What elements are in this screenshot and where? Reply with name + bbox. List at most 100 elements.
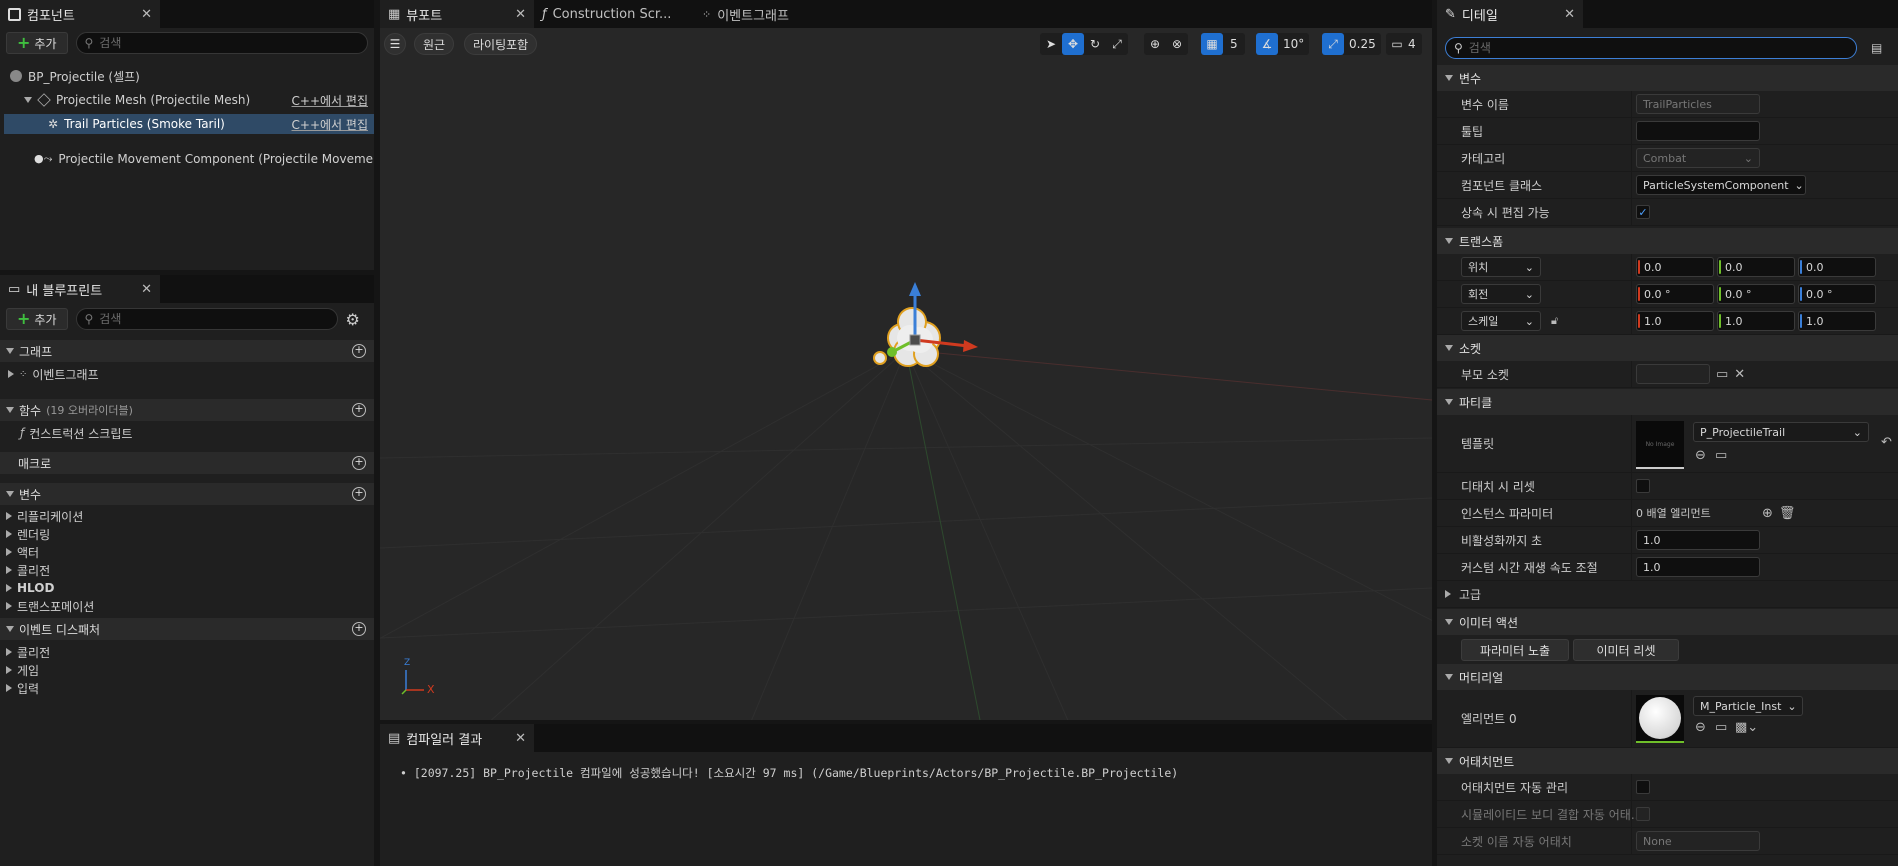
category-dropdown[interactable]: Combat ⌄ [1636,148,1760,168]
reset-emitter-button[interactable]: 이미터 리셋 [1573,639,1679,661]
close-icon[interactable]: ✕ [141,282,152,297]
close-icon[interactable]: ✕ [141,7,152,22]
material-thumbnail[interactable] [1636,695,1684,743]
dispatcher-category[interactable]: 입력 [0,679,374,697]
tab-details[interactable]: ✎ 디테일 ✕ [1437,0,1583,28]
component-item-mesh[interactable]: Projectile Mesh (Projectile Mesh) C++에서 … [0,90,374,110]
variable-category[interactable]: 렌더링 [0,525,374,543]
macros-section[interactable]: 매크로 + [0,452,374,474]
use-selected-icon[interactable]: ⊖ [1695,720,1706,735]
add-macro-icon[interactable]: + [352,456,366,470]
rotation-x-field[interactable]: 0.0 ° [1636,284,1714,304]
auto-manage-checkbox[interactable] [1636,780,1650,794]
edit-in-cpp-link[interactable]: C++에서 편집 [292,92,368,109]
editable-inherit-checkbox[interactable]: ✓ [1636,205,1650,219]
component-class-dropdown[interactable]: ParticleSystemComponent ⌄ [1636,175,1806,195]
variable-name-field[interactable]: TrailParticles [1636,94,1760,114]
auto-socket-field[interactable]: None [1636,831,1760,851]
blueprint-search-input[interactable] [99,312,329,326]
checker-icon[interactable]: ▩⌄ [1735,720,1758,735]
variable-category[interactable]: HLOD [0,579,374,597]
advanced-section[interactable]: 고급 [1437,581,1898,608]
socket-section[interactable]: 소켓 [1437,335,1898,361]
location-z-field[interactable]: 0.0 [1798,257,1876,277]
grid-snap-icon[interactable]: ▦ [1201,33,1223,55]
use-selected-icon[interactable]: ⊖ [1695,448,1706,463]
dispatchers-section[interactable]: 이벤트 디스패처 + [0,618,374,640]
viewport[interactable]: ☰ 원근 라이팅포함 ➤ ✥ ↻ ⤢ ⊕ ⊗ ▦ 5 ∡ 10° ⤢ 0.25 … [380,28,1432,720]
viewport-menu-button[interactable]: ☰ [384,33,406,55]
emitter-actions-section[interactable]: 이미터 액션 [1437,609,1898,635]
angle-snap-icon[interactable]: ∡ [1256,33,1278,55]
edit-in-cpp-link[interactable]: C++에서 편집 [292,116,368,133]
attachment-section[interactable]: 어태치먼트 [1437,748,1898,774]
variable-category[interactable]: 리플리케이션 [0,507,374,525]
tab-my-blueprint[interactable]: ▭ 내 블루프린트 ✕ [0,275,160,303]
scale-y-field[interactable]: 1.0 [1717,311,1795,331]
camera-icon[interactable]: ▭ [1386,33,1408,55]
reset-on-detach-checkbox[interactable] [1636,479,1650,493]
transform-section[interactable]: 트랜스폼 [1437,228,1898,254]
scale-mode-dropdown[interactable]: 스케일 ⌄ [1461,311,1541,331]
dispatcher-category[interactable]: 게임 [0,661,374,679]
components-search-input[interactable] [99,36,359,50]
variable-category[interactable]: 콜리전 [0,561,374,579]
variable-category[interactable]: 트랜스포메이션 [0,597,374,615]
location-y-field[interactable]: 0.0 [1717,257,1795,277]
components-search[interactable]: ⚲ [75,32,368,54]
scale-x-field[interactable]: 1.0 [1636,311,1714,331]
material-dropdown[interactable]: M_Particle_Inst ⌄ [1693,696,1803,716]
variables-section[interactable]: 변수 + [0,483,374,505]
component-item-trail[interactable]: ✲ Trail Particles (Smoke Taril) C++에서 편집 [4,114,374,134]
component-root[interactable]: BP_Projectile (셀프) [0,66,374,86]
dispatcher-category[interactable]: 콜리전 [0,643,374,661]
perspective-button[interactable]: 원근 [414,33,455,55]
particle-section[interactable]: 파티클 [1437,389,1898,415]
functions-section[interactable]: 함수 (19 오버라이더블) + [0,399,374,421]
close-icon[interactable]: ✕ [515,7,526,22]
variable-category[interactable]: 액터 [0,543,374,561]
browse-icon[interactable]: ▭ [1715,448,1727,463]
projectile-actor[interactable] [840,278,1000,438]
tab-event-graph[interactable]: ⁘ 이벤트그래프 [694,0,834,28]
template-dropdown[interactable]: P_ProjectileTrail ⌄ [1693,422,1869,442]
add-element-icon[interactable]: ⊕ [1762,506,1773,521]
add-graph-icon[interactable]: + [352,344,366,358]
scale-tool-icon[interactable]: ⤢ [1106,33,1128,55]
seconds-before-inactive-field[interactable]: 1.0 [1636,530,1760,550]
expose-params-button[interactable]: 파라미터 노출 [1461,639,1569,661]
tab-construction-script[interactable]: ƒ Construction Scr... [534,0,694,28]
location-x-field[interactable]: 0.0 [1636,257,1714,277]
auto-attach-sim-checkbox[interactable] [1636,807,1650,821]
material-section[interactable]: 머티리얼 [1437,664,1898,690]
variable-section[interactable]: 변수 [1437,65,1898,91]
translate-tool-icon[interactable]: ✥ [1062,33,1084,55]
clear-icon[interactable]: ✕ [1734,367,1745,382]
close-icon[interactable]: ✕ [515,731,526,746]
select-tool-icon[interactable]: ➤ [1040,33,1062,55]
location-mode-dropdown[interactable]: 위치 ⌄ [1461,257,1541,277]
reset-arrow-icon[interactable]: ↶ [1881,435,1892,450]
details-search-input[interactable] [1468,41,1848,55]
rotate-tool-icon[interactable]: ↻ [1084,33,1106,55]
template-thumbnail[interactable]: No Image [1636,421,1684,469]
rotation-y-field[interactable]: 0.0 ° [1717,284,1795,304]
surface-snap-icon[interactable]: ⊗ [1166,33,1188,55]
function-item-construction[interactable]: ƒ 컨스트럭션 스크립트 [0,423,374,443]
add-component-button[interactable]: + 추가 [6,32,68,54]
grid-snap[interactable]: ▦ 5 [1201,33,1245,55]
scale-snap[interactable]: ⤢ 0.25 [1322,33,1381,55]
parent-socket-field[interactable] [1636,364,1710,384]
y-axis-handle[interactable] [887,347,897,357]
table-view-icon[interactable]: ▤ [1871,41,1882,55]
rotation-mode-dropdown[interactable]: 회전 ⌄ [1461,284,1541,304]
add-function-icon[interactable]: + [352,403,366,417]
lighting-button[interactable]: 라이팅포함 [464,33,538,55]
gizmo-center[interactable] [909,334,921,346]
rotation-snap[interactable]: ∡ 10° [1256,33,1310,55]
browse-icon[interactable]: ▭ [1715,720,1727,735]
add-dispatcher-icon[interactable]: + [352,622,366,636]
tab-viewport[interactable]: ▦ 뷰포트 ✕ [380,0,534,28]
graph-section[interactable]: 그래프 + [0,340,374,362]
add-member-button[interactable]: + 추가 [6,308,68,330]
